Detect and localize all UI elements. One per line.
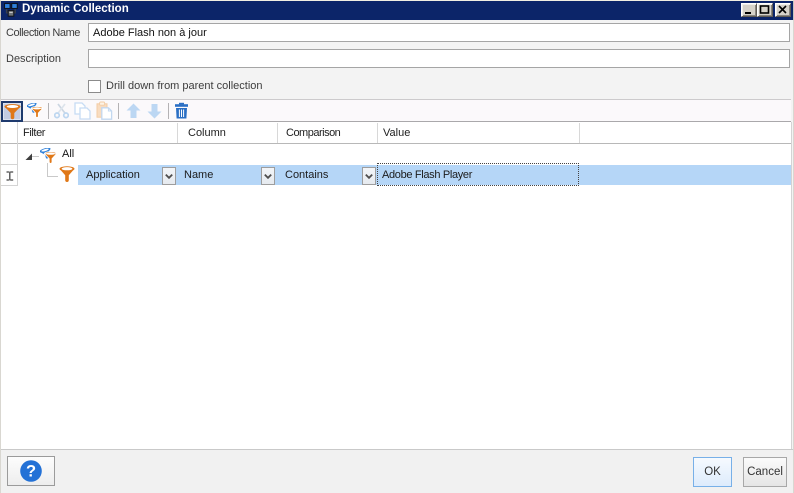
svg-text:?: ?: [26, 463, 36, 481]
